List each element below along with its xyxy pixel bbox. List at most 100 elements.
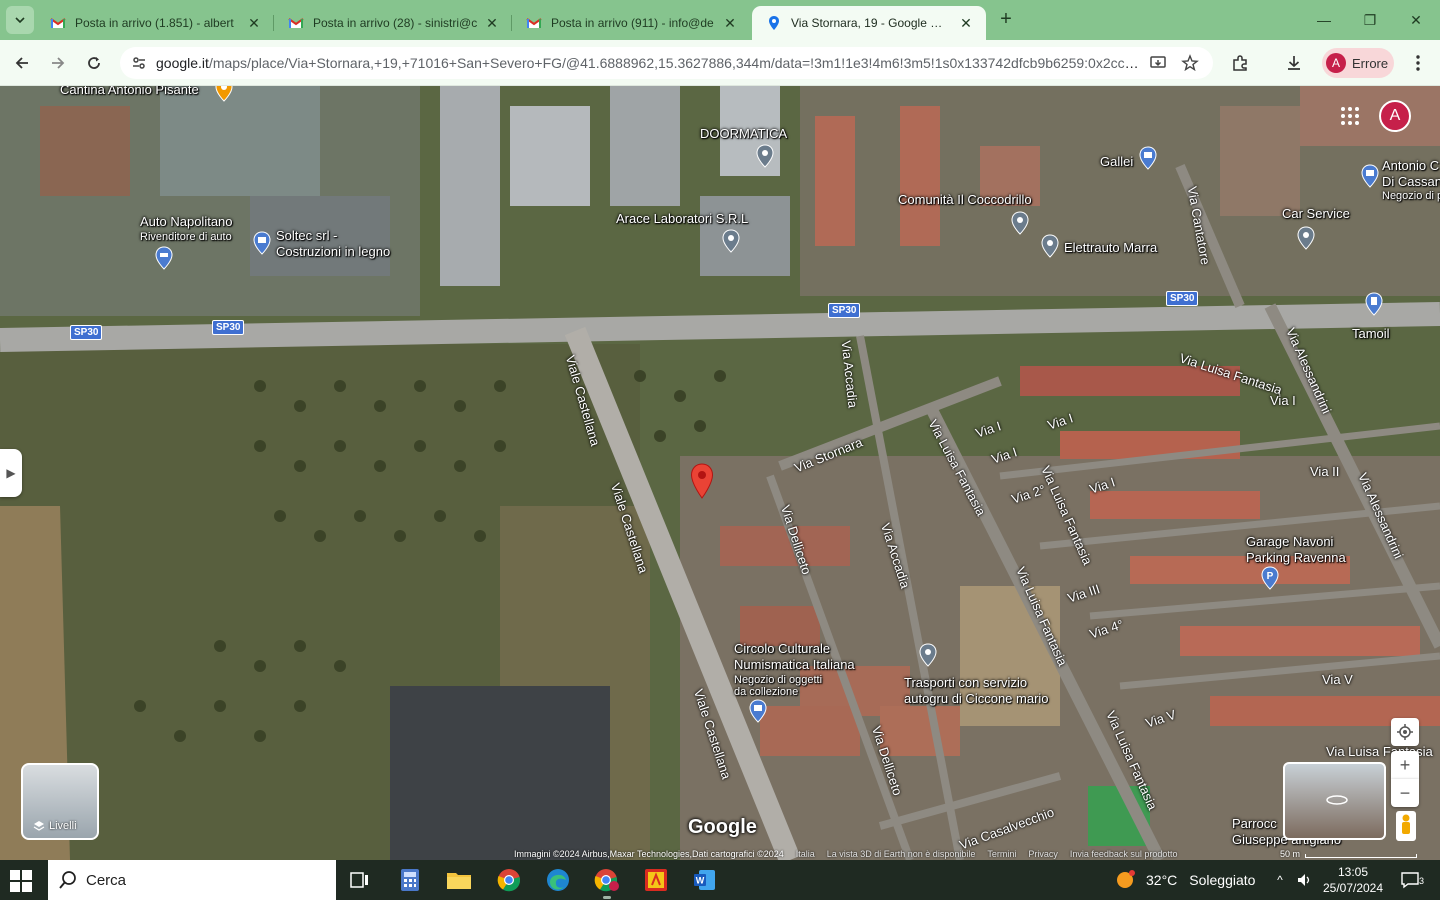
- bookmark-star-icon[interactable]: [1180, 53, 1200, 73]
- acrobat-app[interactable]: [642, 866, 670, 894]
- system-clock[interactable]: 13:05 25/07/2024: [1318, 864, 1388, 896]
- car-dealer-pin-icon[interactable]: [154, 246, 174, 270]
- restore-button[interactable]: ❐: [1350, 8, 1390, 32]
- place-label[interactable]: Garage Navoni: [1246, 534, 1333, 549]
- place-label[interactable]: Soltec srl -: [276, 228, 337, 243]
- layers-button[interactable]: Livelli: [21, 763, 99, 840]
- shop-pin-icon[interactable]: [748, 699, 768, 723]
- feedback-link[interactable]: Invia feedback sul prodotto: [1064, 849, 1184, 859]
- back-button[interactable]: [8, 49, 36, 77]
- close-tab-icon[interactable]: ✕: [246, 15, 262, 31]
- place-label[interactable]: Gallei: [1100, 154, 1133, 169]
- volume-icon[interactable]: [1294, 870, 1314, 890]
- place-label[interactable]: Parrocc: [1232, 816, 1277, 831]
- weather-condition: Soleggiato: [1189, 872, 1256, 888]
- wine-pin-icon[interactable]: [214, 86, 234, 102]
- country-link[interactable]: Italia: [790, 849, 821, 859]
- scale-label[interactable]: 50 m: [1280, 849, 1300, 859]
- browser-menu-icon[interactable]: [1406, 51, 1430, 75]
- place-pin-icon[interactable]: [1040, 234, 1060, 258]
- close-tab-icon[interactable]: ✕: [958, 15, 974, 31]
- profile-status-label: Errore: [1352, 55, 1389, 71]
- calculator-app[interactable]: [396, 866, 424, 894]
- place-pin-icon[interactable]: [721, 229, 741, 253]
- terms-link[interactable]: Termini: [981, 849, 1022, 859]
- place-label[interactable]: Parking Ravenna: [1246, 550, 1346, 565]
- place-pin-icon[interactable]: [755, 144, 775, 168]
- place-label[interactable]: Elettrauto Marra: [1064, 240, 1157, 255]
- place-label[interactable]: Tamoil: [1352, 326, 1390, 341]
- new-tab-button[interactable]: +: [994, 8, 1018, 32]
- task-view-button[interactable]: [346, 866, 374, 894]
- google-apps-icon[interactable]: [1340, 106, 1360, 126]
- place-label[interactable]: Antonio C: [1382, 158, 1439, 173]
- selected-location-marker-icon[interactable]: [690, 463, 714, 499]
- downloads-icon[interactable]: [1282, 51, 1306, 75]
- tab-gmail-1[interactable]: Posta in arrivo (1.851) - albert ✕: [36, 6, 274, 40]
- community-pin-icon[interactable]: [1010, 211, 1030, 235]
- car-service-pin-icon[interactable]: [1296, 226, 1316, 250]
- side-panel-toggle[interactable]: ▶: [0, 449, 22, 497]
- place-label[interactable]: Comunità Il Coccodrillo: [898, 192, 1032, 207]
- shop-pin-icon[interactable]: [1360, 164, 1380, 188]
- tab-title: Posta in arrivo (911) - info@de: [551, 16, 714, 30]
- chrome-app[interactable]: [495, 866, 523, 894]
- extensions-icon[interactable]: [1228, 51, 1252, 75]
- windows-start-icon[interactable]: [10, 870, 32, 892]
- close-tab-icon[interactable]: ✕: [484, 15, 500, 31]
- satellite-map[interactable]: SP30 SP30 SP30 SP30 Viale Castellana Via…: [0, 86, 1440, 860]
- place-label[interactable]: Numismatica Italiana: [734, 657, 855, 672]
- museum-pin-icon[interactable]: [1138, 146, 1158, 170]
- tab-gmail-3[interactable]: Posta in arrivo (911) - info@de ✕: [512, 6, 750, 40]
- place-pin-icon[interactable]: [918, 643, 938, 667]
- place-label[interactable]: Arace Laboratori S.R.L: [616, 211, 748, 226]
- place-label[interactable]: Cantina Antonio Pisante: [60, 86, 199, 97]
- place-label[interactable]: autogru di Ciccone mario: [904, 691, 1049, 706]
- chrome-profile-app[interactable]: [593, 866, 621, 899]
- notification-center-button[interactable]: 3: [1398, 870, 1424, 890]
- close-tab-icon[interactable]: ✕: [722, 15, 738, 31]
- taskbar-search-box[interactable]: Cerca: [48, 860, 336, 900]
- privacy-link[interactable]: Privacy: [1022, 849, 1064, 859]
- shop-pin-icon[interactable]: [252, 231, 272, 255]
- place-label[interactable]: Circolo Culturale: [734, 641, 830, 656]
- zoom-in-button[interactable]: +: [1391, 751, 1419, 779]
- gmail-icon: [50, 18, 66, 28]
- site-info-icon[interactable]: [130, 54, 148, 72]
- task-view-icon: [350, 872, 368, 888]
- file-explorer-app[interactable]: [445, 866, 473, 894]
- parking-pin-icon[interactable]: P: [1260, 566, 1280, 590]
- edge-app[interactable]: [544, 866, 572, 894]
- forward-button[interactable]: [44, 49, 72, 77]
- tab-strip: Posta in arrivo (1.851) - albert ✕ Posta…: [0, 0, 1440, 40]
- place-sublabel: Negozio di p: [1382, 190, 1440, 202]
- place-label[interactable]: Auto Napolitano: [140, 214, 233, 229]
- close-window-button[interactable]: ✕: [1396, 8, 1436, 32]
- place-label[interactable]: Car Service: [1282, 206, 1350, 221]
- tab-search-button[interactable]: [6, 6, 34, 34]
- gas-station-pin-icon[interactable]: [1364, 292, 1384, 316]
- tab-title: Posta in arrivo (28) - sinistri@c: [313, 16, 478, 30]
- street-view-thumbnail[interactable]: [1283, 762, 1386, 840]
- account-avatar[interactable]: A: [1379, 100, 1411, 132]
- place-label[interactable]: Trasporti con servizio: [904, 675, 1027, 690]
- place-label[interactable]: Costruzioni in legno: [276, 244, 390, 259]
- install-app-icon[interactable]: [1148, 53, 1168, 73]
- tab-gmail-2[interactable]: Posta in arrivo (28) - sinistri@c ✕: [274, 6, 512, 40]
- show-hidden-icons-button[interactable]: ^: [1272, 870, 1288, 890]
- word-icon: W: [694, 870, 715, 890]
- pegman-icon[interactable]: [1396, 811, 1416, 841]
- zoom-out-button[interactable]: −: [1391, 779, 1419, 807]
- road-shield: SP30: [828, 303, 861, 318]
- address-bar[interactable]: google.it/maps/place/Via+Stornara,+19,+7…: [120, 47, 1213, 79]
- chrome-icon: [497, 869, 521, 892]
- weather-widget[interactable]: 32°C Soleggiato: [1114, 866, 1255, 894]
- place-label[interactable]: DOORMATICA: [700, 126, 787, 141]
- my-location-button[interactable]: [1391, 718, 1419, 746]
- profile-button[interactable]: A Errore: [1322, 48, 1394, 78]
- reload-button[interactable]: [80, 49, 108, 77]
- minimize-button[interactable]: —: [1304, 8, 1344, 32]
- word-app[interactable]: W: [691, 866, 719, 894]
- tab-google-maps[interactable]: Via Stornara, 19 - Google Maps ✕: [752, 6, 986, 40]
- place-label[interactable]: Di Cassan: [1382, 174, 1440, 189]
